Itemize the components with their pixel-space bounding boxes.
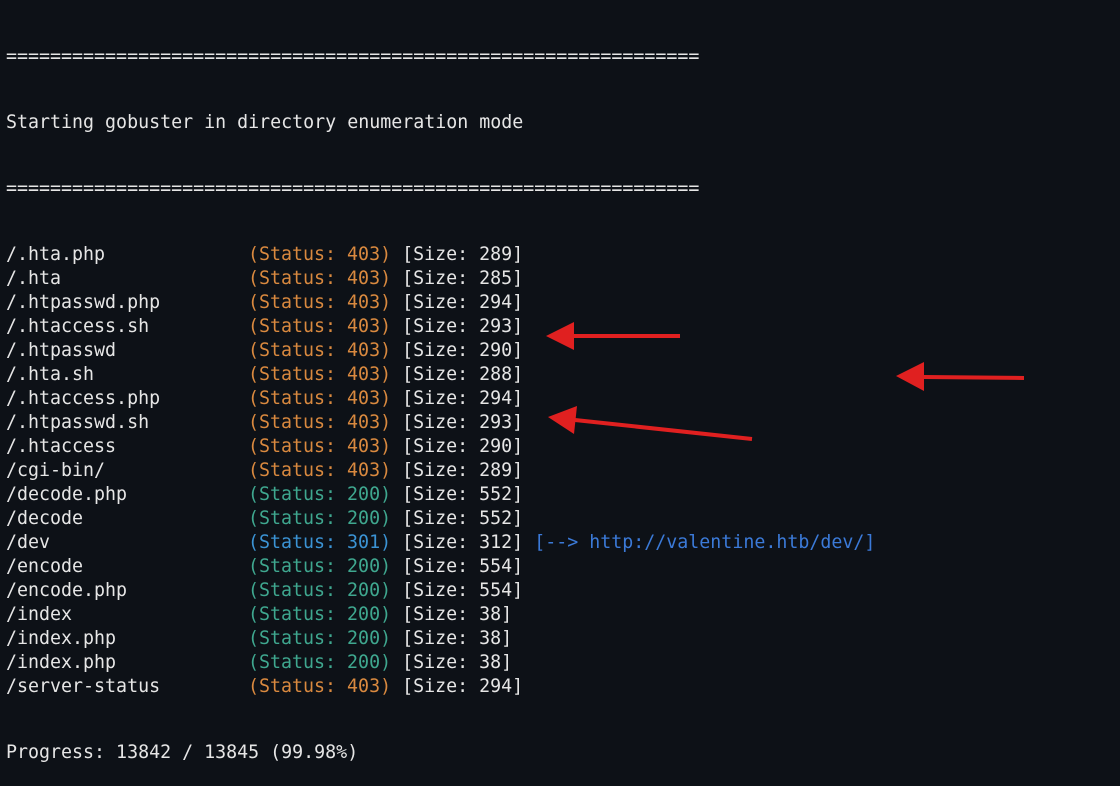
redirect-link[interactable]: [--> http://valentine.htb/dev/]: [534, 532, 875, 553]
result-row: /.htpasswd.php (Status: 403) [Size: 294]: [6, 291, 875, 315]
size-text: [Size: 289]: [402, 460, 524, 481]
size-text: [Size: 552]: [402, 508, 524, 529]
size-text: [Size: 554]: [402, 556, 524, 577]
result-row: /decode (Status: 200) [Size: 552]: [6, 507, 875, 531]
separator-line: ========================================…: [6, 46, 700, 67]
status-text: (Status: 403): [248, 268, 392, 289]
path-text: /decode.php: [6, 484, 128, 505]
status-text: (Status: 403): [248, 316, 392, 337]
path-text: /decode: [6, 508, 84, 529]
path-text: /cgi-bin/: [6, 460, 106, 481]
status-text: (Status: 403): [248, 292, 392, 313]
path-text: /.htpasswd: [6, 340, 117, 361]
size-text: [Size: 554]: [402, 580, 524, 601]
status-text: (Status: 200): [248, 556, 392, 577]
path-text: /.hta.php: [6, 244, 106, 265]
size-text: [Size: 285]: [402, 268, 524, 289]
result-row: /dev (Status: 301) [Size: 312] [--> http:…: [6, 531, 875, 555]
size-text: [Size: 294]: [402, 388, 524, 409]
status-text: (Status: 403): [248, 436, 392, 457]
status-text: (Status: 403): [248, 364, 392, 385]
size-text: [Size: 290]: [402, 340, 524, 361]
path-text: /.htaccess.php: [6, 388, 161, 409]
status-text: (Status: 200): [248, 508, 392, 529]
status-text: (Status: 200): [248, 652, 392, 673]
arrow-dev: [896, 362, 1025, 391]
result-row: /encode (Status: 200) [Size: 554]: [6, 555, 875, 579]
result-row: /.hta (Status: 403) [Size: 285]: [6, 267, 875, 291]
size-text: [Size: 294]: [402, 292, 524, 313]
result-row: /index.php (Status: 200) [Size: 38]: [6, 627, 875, 651]
path-text: /.htaccess: [6, 436, 117, 457]
path-text: /.hta: [6, 268, 62, 289]
status-text: (Status: 200): [248, 604, 392, 625]
path-text: /index: [6, 604, 73, 625]
result-row: /.htaccess (Status: 403) [Size: 290]: [6, 435, 875, 459]
result-row: /cgi-bin/ (Status: 403) [Size: 289]: [6, 459, 875, 483]
path-text: /.htpasswd.php: [6, 292, 161, 313]
size-text: [Size: 294]: [402, 676, 524, 697]
size-text: [Size: 552]: [402, 484, 524, 505]
result-row: /.hta.php (Status: 403) [Size: 289]: [6, 243, 875, 267]
path-text: /index.php: [6, 652, 117, 673]
status-text: (Status: 403): [248, 676, 392, 697]
header-line: Starting gobuster in directory enumerati…: [6, 112, 524, 133]
result-row: /.htaccess.sh (Status: 403) [Size: 293]: [6, 315, 875, 339]
result-row: /decode.php (Status: 200) [Size: 552]: [6, 483, 875, 507]
status-text: (Status: 301): [248, 532, 392, 553]
status-text: (Status: 403): [248, 340, 392, 361]
result-row: /.htpasswd (Status: 403) [Size: 290]: [6, 339, 875, 363]
path-text: /.htaccess.sh: [6, 316, 150, 337]
status-text: (Status: 200): [248, 580, 392, 601]
status-text: (Status: 200): [248, 484, 392, 505]
path-text: /.hta.sh: [6, 364, 95, 385]
separator-line: ========================================…: [6, 178, 700, 199]
path-text: /dev: [6, 532, 51, 553]
path-text: /.htpasswd.sh: [6, 412, 150, 433]
status-text: (Status: 403): [248, 412, 392, 433]
result-row: /server-status (Status: 403) [Size: 294]: [6, 675, 875, 699]
size-text: [Size: 293]: [402, 412, 524, 433]
status-text: (Status: 403): [248, 388, 392, 409]
path-text: /server-status: [6, 676, 161, 697]
size-text: [Size: 38]: [402, 604, 513, 625]
size-text: [Size: 289]: [402, 244, 524, 265]
result-row: /index.php (Status: 200) [Size: 38]: [6, 651, 875, 675]
path-text: /encode.php: [6, 580, 128, 601]
size-text: [Size: 293]: [402, 316, 524, 337]
result-row: /encode.php (Status: 200) [Size: 554]: [6, 579, 875, 603]
size-text: [Size: 38]: [402, 652, 513, 673]
path-text: /index.php: [6, 628, 117, 649]
result-row: /.htpasswd.sh (Status: 403) [Size: 293]: [6, 411, 875, 435]
size-text: [Size: 290]: [402, 436, 524, 457]
status-text: (Status: 200): [248, 628, 392, 649]
size-text: [Size: 288]: [402, 364, 524, 385]
terminal-output: ========================================…: [6, 3, 875, 786]
result-row: /index (Status: 200) [Size: 38]: [6, 603, 875, 627]
progress-line: Progress: 13842 / 13845 (99.98%): [6, 742, 359, 763]
result-row: /.htaccess.php (Status: 403) [Size: 294]: [6, 387, 875, 411]
size-text: [Size: 38]: [402, 628, 513, 649]
result-row: /.hta.sh (Status: 403) [Size: 288]: [6, 363, 875, 387]
entries-list: /.hta.php (Status: 403) [Size: 289] /.hta (…: [6, 243, 875, 699]
path-text: /encode: [6, 556, 84, 577]
status-text: (Status: 403): [248, 244, 392, 265]
size-text: [Size: 312]: [402, 532, 524, 553]
status-text: (Status: 403): [248, 460, 392, 481]
